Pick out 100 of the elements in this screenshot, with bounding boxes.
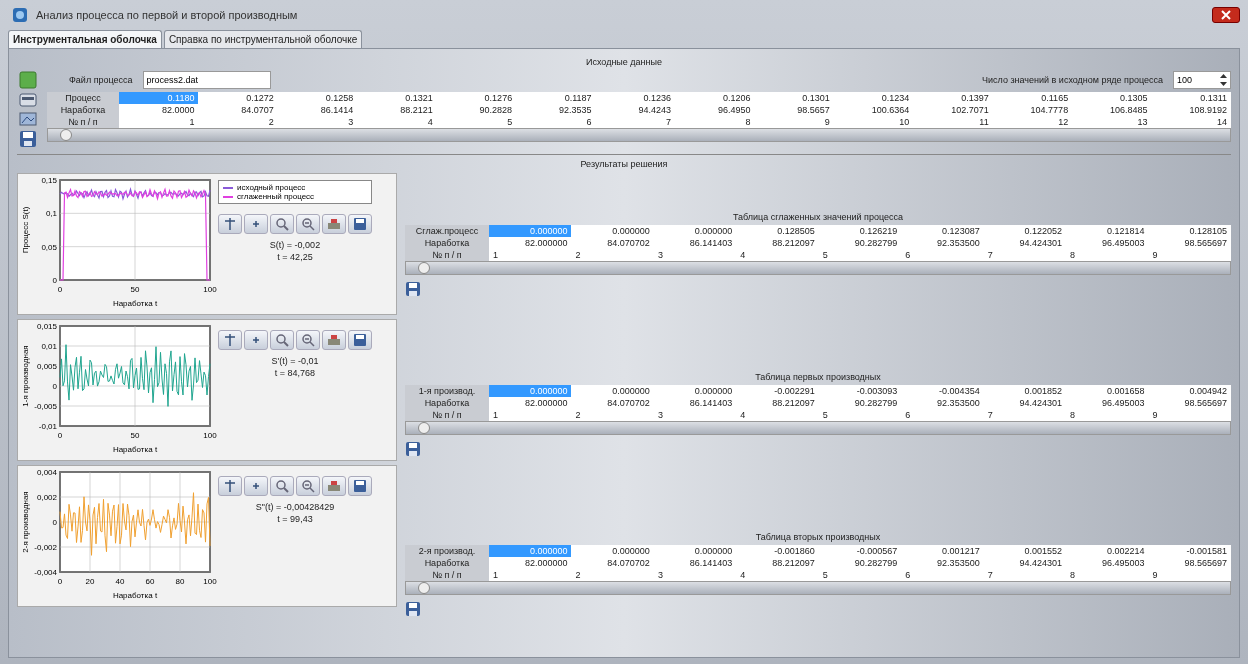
- table-cell[interactable]: 96.495003: [1066, 557, 1149, 569]
- print-button[interactable]: [322, 214, 346, 234]
- table-cell[interactable]: 90.2828: [436, 104, 517, 116]
- table-cell[interactable]: 0.001552: [983, 545, 1067, 557]
- horizontal-scrollbar[interactable]: [47, 128, 1231, 142]
- table-cell[interactable]: 3: [653, 569, 737, 581]
- table-cell[interactable]: 0.123087: [901, 225, 984, 237]
- table-cell[interactable]: 0.1272: [198, 92, 278, 104]
- table-cell[interactable]: 2: [198, 116, 278, 128]
- table-cell[interactable]: 84.070702: [571, 557, 654, 569]
- horizontal-scrollbar[interactable]: [405, 421, 1231, 435]
- table-cell[interactable]: 90.282799: [818, 557, 902, 569]
- table-cell[interactable]: 8: [1066, 249, 1149, 261]
- table-cell[interactable]: 84.0707: [198, 104, 278, 116]
- zoom-in-button[interactable]: [270, 330, 294, 350]
- zoom-out-button[interactable]: [296, 214, 320, 234]
- table-cell[interactable]: 8: [1066, 409, 1149, 421]
- table-cell[interactable]: 94.424301: [983, 557, 1067, 569]
- table-cell[interactable]: 82.0000: [119, 104, 199, 116]
- cursor-button[interactable]: [218, 476, 242, 496]
- table-cell[interactable]: 8: [675, 116, 755, 128]
- table-cell[interactable]: 98.5657: [754, 104, 834, 116]
- table-cell[interactable]: 0.126219: [818, 225, 902, 237]
- table-cell[interactable]: 0.001658: [1066, 385, 1149, 397]
- table-cell[interactable]: 0.1165: [992, 92, 1073, 104]
- table-cell[interactable]: 1: [489, 569, 572, 581]
- zoom-out-button[interactable]: [296, 476, 320, 496]
- table-cell[interactable]: 4: [736, 409, 819, 421]
- save-button[interactable]: [348, 476, 372, 496]
- table-cell[interactable]: -0.002291: [736, 385, 819, 397]
- table-cell[interactable]: 96.4950: [675, 104, 755, 116]
- table-cell[interactable]: 0.128105: [1148, 225, 1231, 237]
- table-cell[interactable]: 94.424301: [983, 397, 1067, 409]
- table-cell[interactable]: 3: [653, 409, 737, 421]
- table-cell[interactable]: 92.353500: [901, 397, 984, 409]
- table-cell[interactable]: 106.8485: [1072, 104, 1152, 116]
- table-cell[interactable]: 108.9192: [1151, 104, 1231, 116]
- table-cell[interactable]: -0.001581: [1148, 545, 1231, 557]
- cursor-button[interactable]: [244, 476, 268, 496]
- table-cell[interactable]: 92.353500: [901, 557, 984, 569]
- save-button[interactable]: [348, 214, 372, 234]
- table-cell[interactable]: 0.1234: [833, 92, 914, 104]
- horizontal-scrollbar[interactable]: [405, 261, 1231, 275]
- table-cell[interactable]: 8: [1066, 569, 1149, 581]
- table-cell[interactable]: 82.000000: [489, 397, 572, 409]
- table-cell[interactable]: 2: [571, 249, 654, 261]
- table-cell[interactable]: -0.000567: [818, 545, 902, 557]
- table-cell[interactable]: 12: [992, 116, 1073, 128]
- table-cell[interactable]: 1: [489, 409, 572, 421]
- table-cell[interactable]: 5: [436, 116, 517, 128]
- table-cell[interactable]: 96.495003: [1066, 397, 1149, 409]
- table-cell[interactable]: 10: [833, 116, 914, 128]
- tab[interactable]: Справка по инструментальной оболочке: [163, 30, 363, 48]
- table-cell[interactable]: 82.000000: [489, 237, 572, 249]
- table-cell[interactable]: 0.122052: [983, 225, 1067, 237]
- save-icon[interactable]: [405, 441, 421, 457]
- table-cell[interactable]: 5: [818, 249, 902, 261]
- table-cell[interactable]: 94.4243: [595, 104, 675, 116]
- table-cell[interactable]: 6: [901, 569, 984, 581]
- table-cell[interactable]: 2: [571, 569, 654, 581]
- table-cell[interactable]: 0.128505: [736, 225, 819, 237]
- table-cell[interactable]: 0.001217: [901, 545, 984, 557]
- print-button[interactable]: [322, 476, 346, 496]
- image-icon[interactable]: [19, 111, 37, 127]
- table-cell[interactable]: 0.1321: [357, 92, 437, 104]
- zoom-in-button[interactable]: [270, 476, 294, 496]
- table-cell[interactable]: 6: [516, 116, 596, 128]
- table-cell[interactable]: 0.1187: [516, 92, 596, 104]
- table-cell[interactable]: 0.004942: [1148, 385, 1231, 397]
- count-spinner[interactable]: 100: [1173, 71, 1231, 89]
- table-cell[interactable]: 96.495003: [1066, 237, 1149, 249]
- cursor-button[interactable]: [244, 330, 268, 350]
- table-cell[interactable]: 5: [818, 569, 902, 581]
- table-cell[interactable]: 90.282799: [818, 397, 902, 409]
- table-cell[interactable]: 7: [983, 409, 1067, 421]
- cursor-button[interactable]: [218, 214, 242, 234]
- table-cell[interactable]: 88.212097: [736, 557, 819, 569]
- table-cell[interactable]: 6: [901, 249, 984, 261]
- table-cell[interactable]: 0.1258: [277, 92, 358, 104]
- table-cell[interactable]: 9: [1148, 409, 1231, 421]
- table-cell[interactable]: 90.282799: [818, 237, 902, 249]
- table-cell[interactable]: 86.141403: [653, 397, 737, 409]
- table-cell[interactable]: 0.1276: [436, 92, 517, 104]
- table-cell[interactable]: 4: [736, 569, 819, 581]
- table-cell[interactable]: 0.121814: [1066, 225, 1149, 237]
- table-cell[interactable]: 88.2121: [357, 104, 437, 116]
- table-cell[interactable]: 84.070702: [571, 237, 654, 249]
- table-cell[interactable]: -0.001860: [736, 545, 819, 557]
- open-icon[interactable]: [19, 92, 37, 108]
- table-cell[interactable]: 14: [1151, 116, 1231, 128]
- table-cell[interactable]: 0.002214: [1066, 545, 1149, 557]
- table-cell[interactable]: 1: [489, 249, 572, 261]
- table-cell[interactable]: 94.424301: [983, 237, 1067, 249]
- table-cell[interactable]: 0.000000: [653, 385, 737, 397]
- table-cell[interactable]: 0.000000: [571, 385, 654, 397]
- table-cell[interactable]: 0.1305: [1072, 92, 1152, 104]
- table-cell[interactable]: 9: [1148, 569, 1231, 581]
- table-cell[interactable]: 92.3535: [516, 104, 596, 116]
- table-cell[interactable]: 0.1311: [1151, 92, 1231, 104]
- cursor-button[interactable]: [244, 214, 268, 234]
